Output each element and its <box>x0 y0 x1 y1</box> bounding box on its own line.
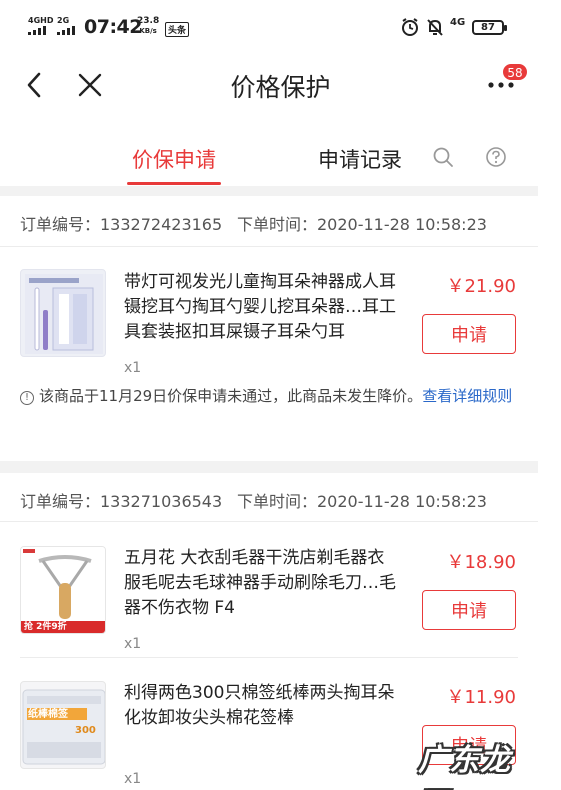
product-title[interactable]: 带灯可视发光儿童掏耳朵神器成人耳镊挖耳勺掏耳勺婴儿挖耳朵器…耳工具套装抠扣耳屎镊… <box>124 270 396 345</box>
net-type: 4G <box>450 17 466 28</box>
promo-tag: 抢 2件9折 <box>24 622 67 632</box>
signal-label-1: 4GHD <box>28 16 54 25</box>
package-count: 300 <box>75 725 96 736</box>
mute-bell-icon <box>427 19 443 36</box>
toutiao-app-icon: 头条 <box>165 22 190 37</box>
info-icon: ! <box>20 391 34 405</box>
apply-button[interactable]: 申请 <box>422 590 516 630</box>
price-protection-notice: ! 该商品于11月29日价保申请未通过，此商品未发生降价。查看详细规则 <box>20 381 520 411</box>
package-label: 纸棒棉签 <box>28 709 68 720</box>
order-time: 下单时间：2020-11-28 10:58:23 <box>237 215 487 234</box>
tab-bar: 价保申请 申请记录 <box>0 130 561 186</box>
ear-cleaner-kit-image <box>25 274 103 354</box>
nav-bar: 价格保护 <box>0 52 561 118</box>
page-title: 价格保护 <box>230 73 331 102</box>
view-rules-link[interactable]: 查看详细规则 <box>422 387 512 405</box>
product-price: ￥21.90 <box>446 276 516 297</box>
product-quantity: x1 <box>124 771 142 787</box>
tab-price-protection-apply[interactable]: 价保申请 <box>132 144 216 174</box>
speed-unit: KB/s <box>139 27 157 35</box>
product-image[interactable]: 纸棒棉签 300 <box>20 681 106 769</box>
product-title[interactable]: 五月花 大衣刮毛器干洗店剃毛器衣服毛呢去毛球神器手动刷除毛刀…毛器不伤衣物 F4 <box>124 546 396 621</box>
watermark-logo: 广东龙网 <box>418 743 511 790</box>
alarm-icon <box>402 18 418 36</box>
product-price: ￥11.90 <box>446 687 516 708</box>
divider <box>0 521 538 522</box>
product-image[interactable]: 抢 2件9折 <box>20 546 106 634</box>
product-quantity: x1 <box>124 360 142 376</box>
section-gap <box>0 186 538 196</box>
signal-label-2: 2G <box>57 16 70 25</box>
section-gap <box>0 461 538 473</box>
order-number: 订单编号：133272423165 <box>20 215 223 234</box>
order-time: 下单时间：2020-11-28 10:58:23 <box>237 492 487 511</box>
network-speed: 23.8 KB/s <box>137 16 159 36</box>
product-quantity: x1 <box>124 636 142 652</box>
divider <box>20 657 518 658</box>
search-icon[interactable] <box>432 146 454 168</box>
battery-icon: 87 <box>472 20 507 35</box>
product-price: ￥18.90 <box>446 552 516 573</box>
help-icon[interactable] <box>485 146 507 168</box>
status-bar: 4GHD 2G 07:42 23.8 KB/s 头条 4G 87 <box>0 0 561 52</box>
signal-bars-2-icon <box>57 26 75 35</box>
speed-value: 23.8 <box>137 16 160 26</box>
clock: 07:42 <box>84 16 142 38</box>
message-count-badge: 58 <box>502 63 528 81</box>
order-number: 订单编号：133271036543 <box>20 492 223 511</box>
tab-apply-records[interactable]: 申请记录 <box>318 144 402 174</box>
product-image[interactable] <box>20 269 106 357</box>
divider <box>0 246 538 247</box>
active-tab-indicator <box>127 182 221 185</box>
notice-text: 该商品于11月29日价保申请未通过，此商品未发生降价。 <box>39 387 423 405</box>
apply-button[interactable]: 申请 <box>422 314 516 354</box>
product-title[interactable]: 利得两色300只棉签纸棒两头掏耳朵化妆卸妆尖头棉花签棒 <box>124 681 396 731</box>
signal-bars-1-icon <box>28 26 46 35</box>
